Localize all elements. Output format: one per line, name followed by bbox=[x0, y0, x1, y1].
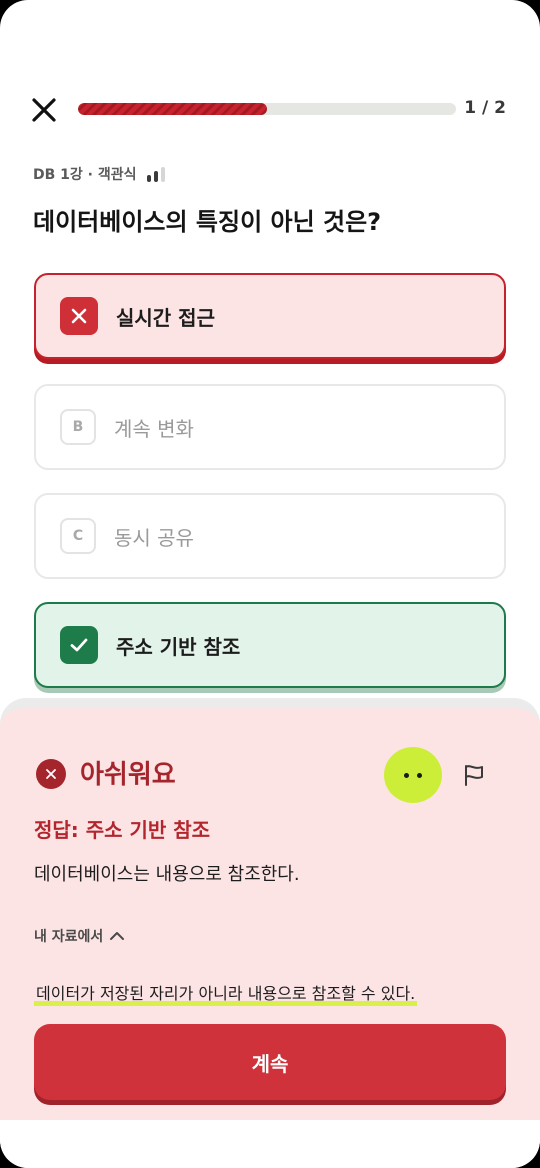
option-label: 실시간 접근 bbox=[116, 305, 215, 330]
close-button[interactable] bbox=[30, 96, 58, 124]
option-label: 계속 변화 bbox=[114, 416, 194, 441]
correct-badge bbox=[60, 626, 98, 664]
source-label: 내 자료에서 bbox=[34, 929, 104, 945]
source-quote: 데이터가 저장된 자리가 아니라 내용으로 참조할 수 있다. bbox=[34, 980, 418, 1006]
source-toggle[interactable]: 내 자료에서 bbox=[34, 926, 125, 946]
option-d[interactable]: 주소 기반 참조 bbox=[34, 602, 506, 688]
face-eye-icon bbox=[404, 772, 409, 778]
progress-bar bbox=[78, 103, 456, 115]
option-b[interactable]: B 계속 변화 bbox=[34, 384, 506, 470]
face-eye-icon bbox=[417, 772, 422, 778]
progress-counter: 1 / 2 bbox=[464, 98, 506, 118]
option-letter: B bbox=[60, 409, 96, 445]
option-letter: C bbox=[60, 518, 96, 554]
explanation: 데이터베이스는 내용으로 참조한다. bbox=[34, 864, 300, 885]
wrong-badge bbox=[60, 297, 98, 335]
quiz-screen: 1 / 2 DB 1강 · 객관식 데이터베이스의 특징이 아닌 것은? 실시간… bbox=[0, 0, 540, 1168]
feedback-sheet: 아쉬워요 정답: 주소 기반 참조 데이터베이스는 내용으로 참조한다. 내 자… bbox=[0, 700, 540, 1120]
feedback-title: 아쉬워요 bbox=[80, 760, 176, 790]
ask-ai-button[interactable] bbox=[384, 747, 442, 803]
option-label: 동시 공유 bbox=[114, 525, 194, 550]
flag-icon bbox=[465, 765, 483, 786]
continue-button[interactable]: 계속 bbox=[34, 1024, 506, 1100]
progress-fill bbox=[78, 103, 267, 115]
option-c[interactable]: C 동시 공유 bbox=[34, 493, 506, 579]
signal-bars-icon bbox=[146, 166, 165, 182]
question-text: 데이터베이스의 특징이 아닌 것은? bbox=[33, 208, 382, 236]
question-meta-label: DB 1강 · 객관식 bbox=[33, 167, 137, 183]
x-icon bbox=[71, 308, 87, 324]
report-button[interactable] bbox=[461, 762, 487, 788]
close-icon bbox=[32, 98, 56, 122]
error-icon bbox=[36, 759, 66, 789]
option-a[interactable]: 실시간 접근 bbox=[34, 273, 506, 359]
option-label: 주소 기반 참조 bbox=[116, 634, 241, 659]
bottom-safe-area bbox=[0, 1120, 540, 1168]
check-icon bbox=[70, 638, 88, 652]
correct-answer: 정답: 주소 기반 참조 bbox=[34, 818, 211, 842]
chevron-up-icon bbox=[110, 932, 125, 940]
question-meta: DB 1강 · 객관식 bbox=[33, 164, 165, 184]
